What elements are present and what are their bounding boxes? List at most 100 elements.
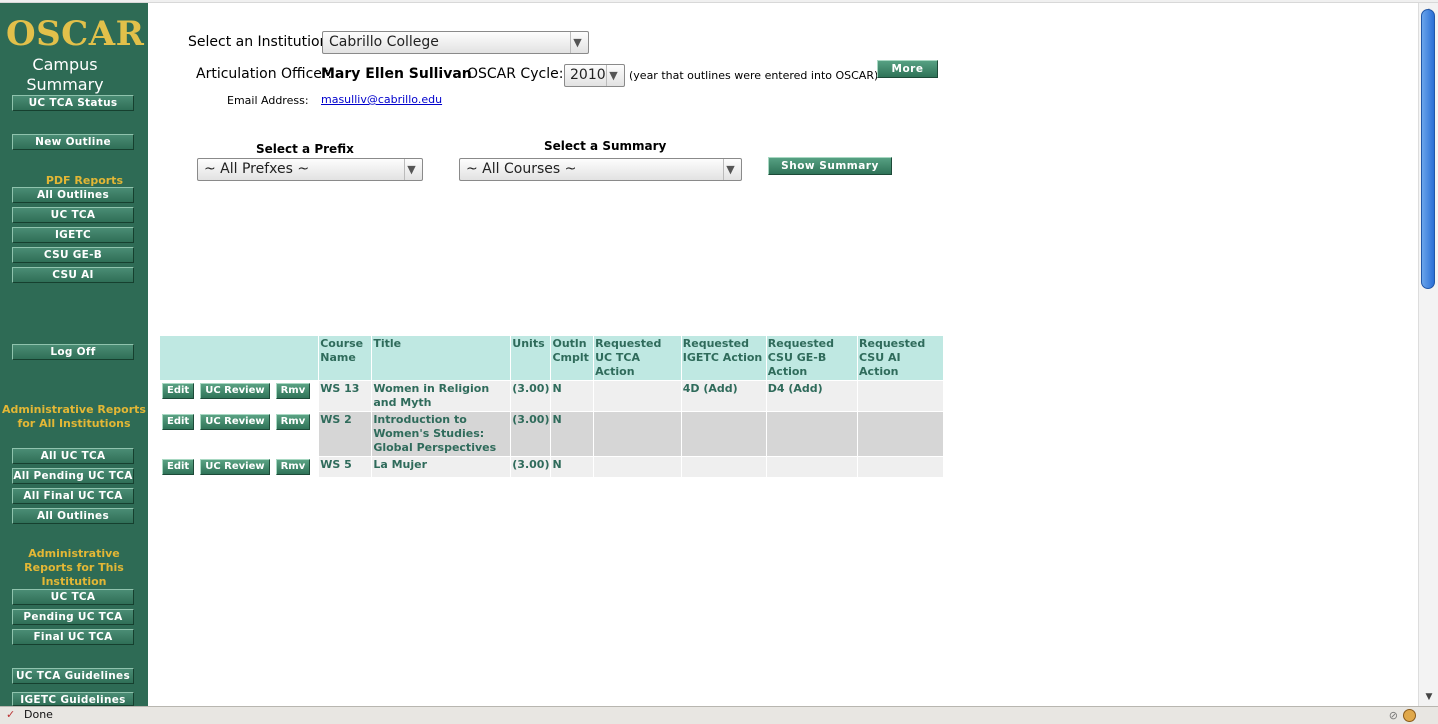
prefix-select-value: ~ All Prefxes ~ <box>204 161 310 177</box>
uc-tca-cell <box>593 380 682 412</box>
row-actions: Edit UC Review Rmv <box>158 380 320 412</box>
status-text: Done <box>24 708 53 721</box>
chevron-down-icon: ▼ <box>723 159 737 180</box>
officer-name: Mary Ellen Sullivan <box>321 66 472 82</box>
csu-geb-cell <box>765 456 859 478</box>
igetc-cell <box>680 411 767 457</box>
cycle-select-value: 2010 <box>570 67 606 83</box>
chevron-down-icon: ▼ <box>404 159 418 180</box>
units-cell: (3.00) <box>510 411 552 457</box>
uc-review-button[interactable]: UC Review <box>200 383 270 399</box>
table-row: Edit UC Review Rmv WS 13 Women in Religion… <box>158 380 944 412</box>
institution-select[interactable]: Cabrillo College ▼ <box>322 31 589 54</box>
edit-button[interactable]: Edit <box>162 459 195 475</box>
table-row: Edit UC Review Rmv WS 2 Introduction to Wo… <box>158 411 944 457</box>
cycle-select[interactable]: 2010 ▼ <box>564 64 625 87</box>
pdf-igetc-button[interactable]: IGETC <box>12 227 134 243</box>
new-outline-button[interactable]: New Outline <box>12 134 134 150</box>
table-header-uc-tca: Requested UC TCA Action <box>593 335 682 381</box>
units-cell: (3.00) <box>510 456 552 478</box>
table-header-actions <box>158 335 320 381</box>
status-warning-icon: ✓ <box>6 708 16 721</box>
table-header-units: Units <box>510 335 552 381</box>
edit-button[interactable]: Edit <box>162 414 195 430</box>
admin-this-heading-line3: Institution <box>41 575 107 588</box>
course-cell: WS 2 <box>318 411 373 457</box>
chevron-down-icon: ▼ <box>570 32 584 53</box>
vertical-scrollbar[interactable]: ▲ ▼ <box>1418 3 1438 706</box>
admin-this-heading: Administrative Reports for This Institut… <box>0 547 148 589</box>
status-bar: ✓ Done ⊘ <box>0 706 1438 724</box>
table-header-csu-geb: Requested CSU GE-B Action <box>765 335 859 381</box>
admin-all-pending-uc-tca-button[interactable]: All Pending UC TCA <box>12 468 134 484</box>
remove-button[interactable]: Rmv <box>275 459 311 475</box>
admin-this-heading-line2: Reports for This <box>24 561 124 574</box>
outline-table: Course Name Title Units Outln Cmplt Requ… <box>158 335 944 478</box>
course-cell: WS 5 <box>318 456 373 478</box>
table-header-title: Title <box>371 335 512 381</box>
csu-ai-cell <box>857 411 944 457</box>
csu-geb-cell <box>765 411 859 457</box>
igetc-cell <box>680 456 767 478</box>
prefix-select[interactable]: ~ All Prefxes ~ ▼ <box>197 158 423 181</box>
uc-tca-cell <box>593 411 682 457</box>
blocked-icon: ⊘ <box>1388 709 1398 722</box>
admin-this-final-uc-tca-button[interactable]: Final UC TCA <box>12 629 134 645</box>
admin-this-pending-uc-tca-button[interactable]: Pending UC TCA <box>12 609 134 625</box>
pdf-uc-tca-button[interactable]: UC TCA <box>12 207 134 223</box>
window-top-edge <box>0 0 1438 3</box>
remove-button[interactable]: Rmv <box>275 383 311 399</box>
csu-geb-cell: D4 (Add) <box>765 380 859 412</box>
csu-ai-cell <box>857 456 944 478</box>
officer-label: Articulation Officer: <box>196 66 333 82</box>
pdf-csu-ai-button[interactable]: CSU AI <box>12 267 134 283</box>
institution-select-value: Cabrillo College <box>329 34 439 50</box>
pdf-all-outlines-button[interactable]: All Outlines <box>12 187 134 203</box>
complete-cell: N <box>550 456 595 478</box>
oscar-logo: OSCAR <box>6 14 145 54</box>
title-cell: Women in Religion and Myth <box>371 380 512 412</box>
uc-tca-status-button[interactable]: UC TCA Status <box>12 95 134 111</box>
summary-select-value: ~ All Courses ~ <box>466 161 577 177</box>
admin-all-uc-tca-button[interactable]: All UC TCA <box>12 448 134 464</box>
prefix-label: Select a Prefix <box>256 142 354 156</box>
title-cell: La Mujer <box>371 456 512 478</box>
table-row: Edit UC Review Rmv WS 5 La Mujer (3.00) N <box>158 456 944 478</box>
table-header-outline-complete: Outln Cmplt <box>550 335 595 381</box>
institution-label: Select an Institution: <box>188 34 334 50</box>
addon-icon[interactable] <box>1403 709 1416 722</box>
admin-all-final-uc-tca-button[interactable]: All Final UC TCA <box>12 488 134 504</box>
igetc-cell: 4D (Add) <box>680 380 767 412</box>
row-actions: Edit UC Review Rmv <box>158 456 320 478</box>
more-info-button[interactable]: More Info <box>877 60 938 91</box>
sidebar-title-line2: Summary <box>26 75 104 94</box>
csu-ai-cell <box>857 380 944 412</box>
email-label: Email Address: <box>227 94 309 107</box>
summary-select[interactable]: ~ All Courses ~ ▼ <box>459 158 742 181</box>
units-cell: (3.00) <box>510 380 552 412</box>
email-link[interactable]: masulliv@cabrillo.edu <box>321 93 442 106</box>
log-off-button[interactable]: Log Off <box>12 344 134 360</box>
arrow-down-icon[interactable]: ▼ <box>1421 690 1437 704</box>
sidebar-title-line1: Campus <box>32 55 98 74</box>
course-cell: WS 13 <box>318 380 373 412</box>
admin-all-outlines-button[interactable]: All Outlines <box>12 508 134 524</box>
remove-button[interactable]: Rmv <box>275 414 311 430</box>
uc-tca-guidelines-button[interactable]: UC TCA Guidelines <box>12 668 134 684</box>
admin-all-heading-line1: Administrative Reports <box>2 403 146 416</box>
sidebar-title: Campus Summary <box>0 55 130 95</box>
igetc-guidelines-button[interactable]: IGETC Guidelines <box>12 692 134 706</box>
uc-review-button[interactable]: UC Review <box>200 414 270 430</box>
summary-label: Select a Summary <box>544 139 667 153</box>
table-header-course: Course Name <box>318 335 373 381</box>
cycle-label: OSCAR Cycle: <box>467 66 564 82</box>
uc-review-button[interactable]: UC Review <box>200 459 270 475</box>
scrollbar-thumb[interactable] <box>1421 9 1435 289</box>
admin-this-uc-tca-button[interactable]: UC TCA <box>12 589 134 605</box>
pdf-csu-geb-button[interactable]: CSU GE-B <box>12 247 134 263</box>
show-summary-button[interactable]: Show Summary <box>768 157 892 175</box>
chevron-down-icon: ▼ <box>606 65 620 86</box>
title-cell: Introduction to Women's Studies: Global … <box>371 411 512 457</box>
row-actions: Edit UC Review Rmv <box>158 411 320 457</box>
edit-button[interactable]: Edit <box>162 383 195 399</box>
